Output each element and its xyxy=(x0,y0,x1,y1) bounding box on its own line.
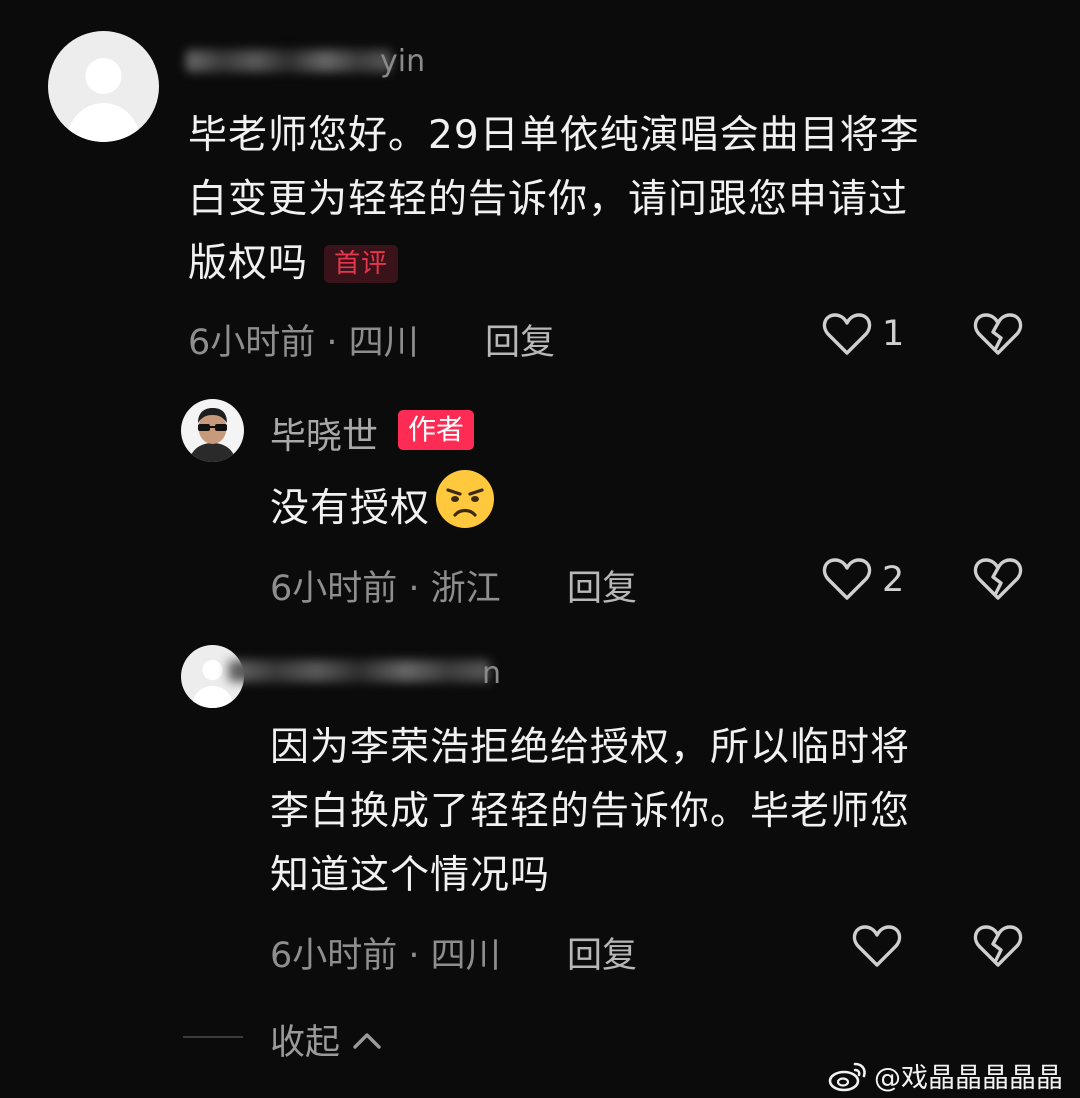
comment-meta-1: 6小时前 · 四川 xyxy=(188,323,419,363)
weibo-logo-icon xyxy=(828,1062,866,1091)
like-count-2: 2 xyxy=(882,560,905,600)
collapse-button[interactable]: 收起 xyxy=(270,1014,382,1065)
author-badge: 作者 xyxy=(398,410,475,450)
username-visible-3: n xyxy=(482,656,502,691)
comment-text-3[interactable]: 因为李荣浩拒绝给授权，所以临时将 李白换成了轻轻的告诉你。毕老师您 知道这个情况… xyxy=(270,716,1030,908)
like-button-3[interactable] xyxy=(852,923,902,969)
default-avatar-icon xyxy=(48,31,159,142)
reply-button-2[interactable]: 回复 xyxy=(567,560,637,611)
weibo-watermark: @戏晶晶晶晶晶 xyxy=(828,1056,1063,1095)
like-count-1: 1 xyxy=(882,314,905,354)
comment-line: 毕老师您好。29日单依纯演唱会曲目将李 xyxy=(188,113,920,158)
dislike-button-2[interactable] xyxy=(973,556,1023,602)
comment-text-2[interactable]: 没有授权 xyxy=(270,468,496,550)
first-comment-badge: 首评 xyxy=(324,245,399,283)
username-visible-1: yin xyxy=(380,44,426,79)
comment-meta-2: 6小时前 · 浙江 xyxy=(270,569,501,609)
heart-outline-icon xyxy=(852,925,902,967)
comment-line: 版权吗 xyxy=(188,241,309,286)
like-button-2[interactable] xyxy=(822,556,872,602)
broken-heart-icon xyxy=(973,313,1023,355)
collapse-label: 收起 xyxy=(270,1023,341,1063)
comment-line: 因为李荣浩拒绝给授权，所以临时将 xyxy=(270,725,911,770)
reply-button-3[interactable]: 回复 xyxy=(567,927,637,978)
heart-outline-icon xyxy=(822,558,872,600)
unamused-emoji-icon xyxy=(434,468,496,550)
heart-outline-icon xyxy=(822,313,872,355)
username-blurred-1 xyxy=(186,50,391,72)
comment-line: 李白换成了轻轻的告诉你。毕老师您 xyxy=(270,789,911,834)
comment-line: 知道这个情况吗 xyxy=(270,853,551,898)
avatar-author[interactable] xyxy=(181,399,244,462)
username-blurred-3 xyxy=(228,660,490,682)
comment-text-1[interactable]: 毕老师您好。29日单依纯演唱会曲目将李 白变更为轻轻的告诉你，请问跟您申请过 版… xyxy=(188,104,1048,296)
author-avatar-icon xyxy=(181,399,244,462)
reply-button-1[interactable]: 回复 xyxy=(485,314,555,365)
comment-line-with-tag: 版权吗 首评 xyxy=(188,232,1048,296)
author-username[interactable]: 毕晓世 xyxy=(270,407,378,459)
watermark-text: @戏晶晶晶晶晶 xyxy=(874,1063,1063,1094)
avatar-commenter-1[interactable] xyxy=(48,31,159,142)
chevron-up-icon xyxy=(353,1032,381,1049)
dislike-button-1[interactable] xyxy=(973,311,1023,357)
comment-line: 没有授权 xyxy=(270,486,431,531)
broken-heart-icon xyxy=(973,558,1023,600)
comment-meta-3: 6小时前 · 四川 xyxy=(270,936,501,976)
dislike-button-3[interactable] xyxy=(973,923,1023,969)
like-button-1[interactable] xyxy=(822,311,872,357)
broken-heart-icon xyxy=(973,925,1023,967)
collapse-divider xyxy=(183,1036,243,1038)
comment-line: 白变更为轻轻的告诉你，请问跟您申请过 xyxy=(188,177,909,222)
